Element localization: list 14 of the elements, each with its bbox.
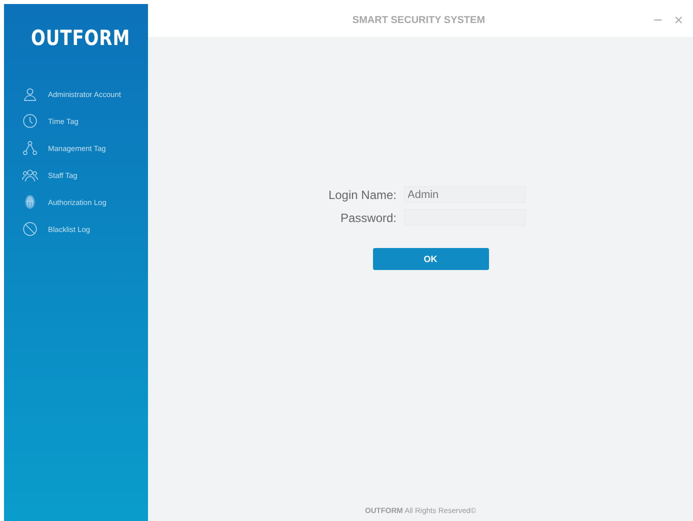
login-name-field[interactable]: Admin <box>404 186 526 203</box>
login-name-label: Login Name: <box>328 188 396 202</box>
ok-button[interactable]: OK <box>372 248 488 270</box>
nodes-icon <box>22 140 38 156</box>
window-title: SMART SECURITY SYSTEM <box>351 15 486 26</box>
close-button[interactable]: × <box>670 12 687 29</box>
logo: OUTFORM <box>31 26 132 50</box>
people-icon <box>22 167 38 183</box>
person-icon <box>22 86 38 102</box>
fingerprint-icon <box>22 194 38 210</box>
clock-icon <box>22 113 38 129</box>
prohibited-icon <box>22 221 38 237</box>
password-label: Password: <box>340 210 396 224</box>
minimize-button[interactable]: − <box>649 12 666 29</box>
